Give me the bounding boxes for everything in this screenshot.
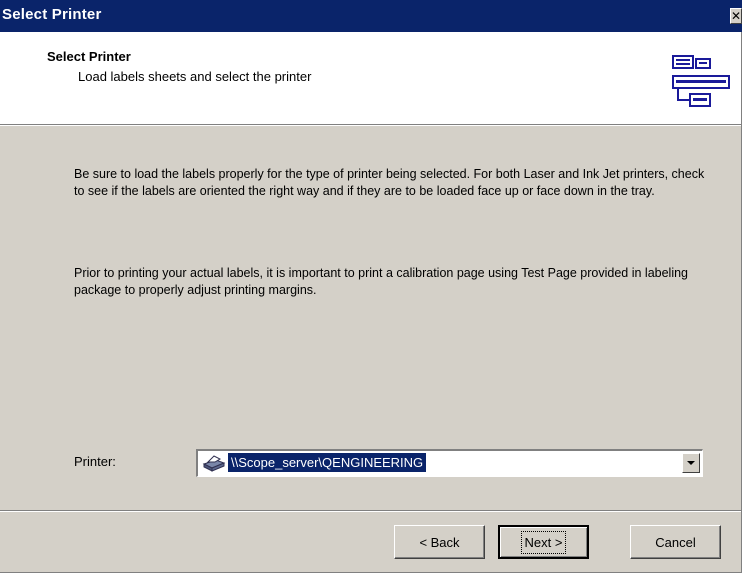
- footer-separator: [0, 510, 741, 512]
- dropdown-arrow-button[interactable]: [682, 453, 700, 473]
- printer-select[interactable]: \\Scope_server\QENGINEERING: [196, 449, 703, 477]
- window-title: Select Printer: [2, 6, 102, 23]
- label-tags-icon: [672, 55, 730, 107]
- back-button[interactable]: < Back: [394, 525, 485, 559]
- header-subtitle: Load labels sheets and select the printe…: [78, 69, 312, 84]
- cancel-button[interactable]: Cancel: [630, 525, 721, 559]
- printer-icon: [202, 455, 226, 472]
- instructions-paragraph: Be sure to load the labels properly for …: [74, 167, 705, 198]
- wizard-header: Select Printer Load labels sheets and se…: [0, 32, 741, 125]
- select-printer-dialog: Select Printer ✕ Select Printer Load lab…: [0, 0, 742, 573]
- calibration-paragraph: Prior to printing your actual labels, it…: [74, 266, 689, 297]
- title-bar[interactable]: Select Printer ✕: [0, 0, 742, 32]
- next-button-label: Next >: [520, 530, 567, 554]
- close-button[interactable]: ✕: [730, 8, 742, 24]
- header-separator: [0, 125, 741, 126]
- header-title: Select Printer: [47, 49, 131, 64]
- selected-printer: \\Scope_server\QENGINEERING: [228, 453, 427, 472]
- cancel-button-label: Cancel: [655, 534, 696, 550]
- close-icon: ✕: [731, 9, 742, 23]
- back-button-label: < Back: [419, 534, 460, 550]
- printer-label: Printer:: [74, 454, 116, 469]
- next-button[interactable]: Next >: [498, 525, 589, 559]
